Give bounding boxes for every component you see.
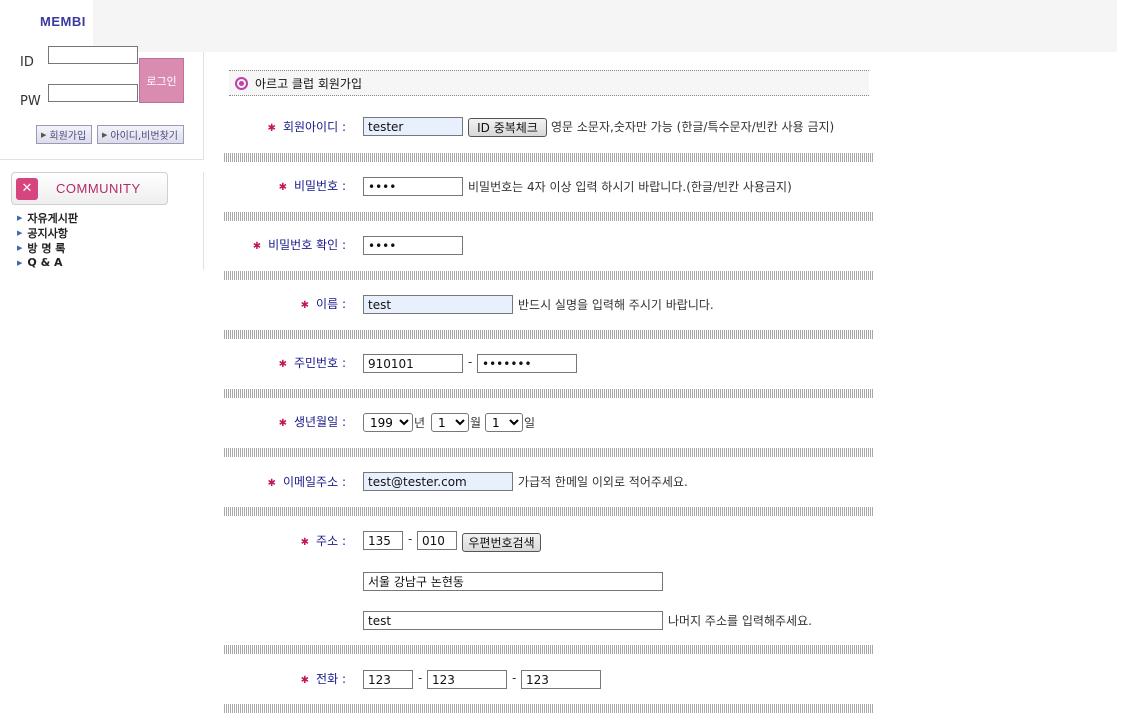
triangle-right-icon: ▶ <box>17 258 23 267</box>
find-account-button-label: 아이디,비번찾기 <box>110 131 178 142</box>
phone-part3-input[interactable] <box>521 670 601 689</box>
password-confirm-label: ✱ 비밀번호 확인 : <box>252 238 346 252</box>
name-help: 반드시 실명을 입력해 주시기 바랍니다. <box>518 298 714 312</box>
phone-dash-1: - <box>418 671 423 685</box>
address-line1-input[interactable] <box>363 572 663 591</box>
phone-part1-input[interactable] <box>363 670 413 689</box>
menu-item-guestbook[interactable]: ▶ 방 명 록 <box>17 240 78 255</box>
community-header: ✕ COMMUNITY <box>11 172 168 205</box>
row-separator <box>224 212 874 221</box>
email-input[interactable] <box>363 472 513 491</box>
password-confirm-input[interactable] <box>363 236 463 255</box>
required-star-icon: ✱ <box>267 478 276 489</box>
pw-label: PW <box>20 94 41 109</box>
divider <box>203 52 204 160</box>
required-star-icon: ✱ <box>278 359 287 370</box>
address-line2-input[interactable] <box>363 611 663 630</box>
row-separator <box>224 330 874 339</box>
row-separator <box>224 448 874 457</box>
top-banner <box>93 0 1117 52</box>
birth-month-select[interactable]: 1 <box>431 413 469 432</box>
userid-input[interactable] <box>363 117 463 136</box>
triangle-right-icon: ▶ <box>17 243 23 252</box>
birth-day-select[interactable]: 1 <box>485 413 523 432</box>
login-pw-input[interactable] <box>48 84 138 102</box>
row-separator <box>224 271 874 280</box>
id-check-button[interactable]: ID 중복체크 <box>468 118 547 137</box>
join-button-label: 회원가입 <box>49 131 87 142</box>
phone-dash-2: - <box>512 671 517 685</box>
login-button[interactable]: 로그인 <box>139 58 184 103</box>
arrow-right-icon: ▶ <box>41 130 47 139</box>
row-separator <box>224 153 874 162</box>
required-star-icon: ✱ <box>300 675 310 686</box>
password-label: ✱ 비밀번호 : <box>278 179 346 193</box>
password-input[interactable] <box>363 177 463 196</box>
required-star-icon: ✱ <box>278 418 287 429</box>
form-title: 아르고 클럽 회원가입 <box>255 76 362 91</box>
menu-item-free-board[interactable]: ▶ 자유게시판 <box>17 210 78 225</box>
userid-help: 영문 소문자,숫자만 가능 (한글/특수문자/빈칸 사용 금지) <box>551 120 835 134</box>
form-title-bar: 아르고 클럽 회원가입 <box>229 70 869 96</box>
row-separator <box>224 704 874 713</box>
community-menu: ▶ 자유게시판 ▶ 공지사항 ▶ 방 명 록 ▶ Q & A <box>17 210 78 270</box>
required-star-icon: ✱ <box>267 123 276 134</box>
arrow-right-icon: ▶ <box>102 130 108 139</box>
zip-dash: - <box>408 532 413 546</box>
required-star-icon: ✱ <box>300 300 310 311</box>
phone-label: ✱ 전화 : <box>300 672 346 686</box>
address-help: 나머지 주소를 입력해주세요. <box>668 614 812 628</box>
phone-part2-input[interactable] <box>427 670 507 689</box>
member-title: MEMBI <box>40 14 86 29</box>
resident-no-front-input[interactable] <box>363 354 463 373</box>
address-label: ✱ 주소 : <box>300 534 346 548</box>
triangle-right-icon: ▶ <box>17 213 23 222</box>
password-help: 비밀번호는 4자 이상 입력 하시기 바랍니다.(한글/빈칸 사용금지) <box>468 180 792 194</box>
triangle-right-icon: ▶ <box>17 228 23 237</box>
required-star-icon: ✱ <box>278 182 287 193</box>
row-separator <box>224 507 874 516</box>
community-icon: ✕ <box>16 177 38 200</box>
menu-item-notice[interactable]: ▶ 공지사항 <box>17 225 78 240</box>
id-label: ID <box>20 55 34 70</box>
name-label: ✱ 이름 : <box>300 297 346 311</box>
menu-item-qna[interactable]: ▶ Q & A <box>17 255 78 270</box>
row-separator <box>224 389 874 398</box>
zip1-input[interactable] <box>363 531 403 550</box>
birth-month-unit: 월 <box>470 416 482 430</box>
divider <box>203 172 204 270</box>
email-help: 가급적 한메일 이외로 적어주세요. <box>518 475 688 489</box>
resident-no-label: ✱ 주민번호 : <box>278 356 346 370</box>
zip2-input[interactable] <box>417 531 457 550</box>
find-account-button[interactable]: ▶ 아이디,비번찾기 <box>97 125 184 144</box>
community-title: COMMUNITY <box>56 181 141 196</box>
target-icon <box>235 76 248 90</box>
birth-day-unit: 일 <box>524 416 536 430</box>
join-button[interactable]: ▶ 회원가입 <box>36 125 92 144</box>
userid-label: ✱ 회원아이디 : <box>267 120 346 134</box>
login-id-input[interactable] <box>48 46 138 64</box>
resident-no-dash: - <box>468 355 473 369</box>
resident-no-back-input[interactable] <box>477 354 577 373</box>
row-separator <box>224 645 874 654</box>
name-input[interactable] <box>363 295 513 314</box>
required-star-icon: ✱ <box>300 537 310 548</box>
email-label: ✱ 이메일주소 : <box>267 475 346 489</box>
required-star-icon: ✱ <box>252 241 262 252</box>
divider <box>0 159 204 160</box>
birth-year-unit: 년 <box>414 416 426 430</box>
birth-year-select[interactable]: 1991 <box>363 413 413 432</box>
zip-search-button[interactable]: 우편번호검색 <box>462 533 541 552</box>
birth-label: ✱ 생년월일 : <box>278 415 346 429</box>
